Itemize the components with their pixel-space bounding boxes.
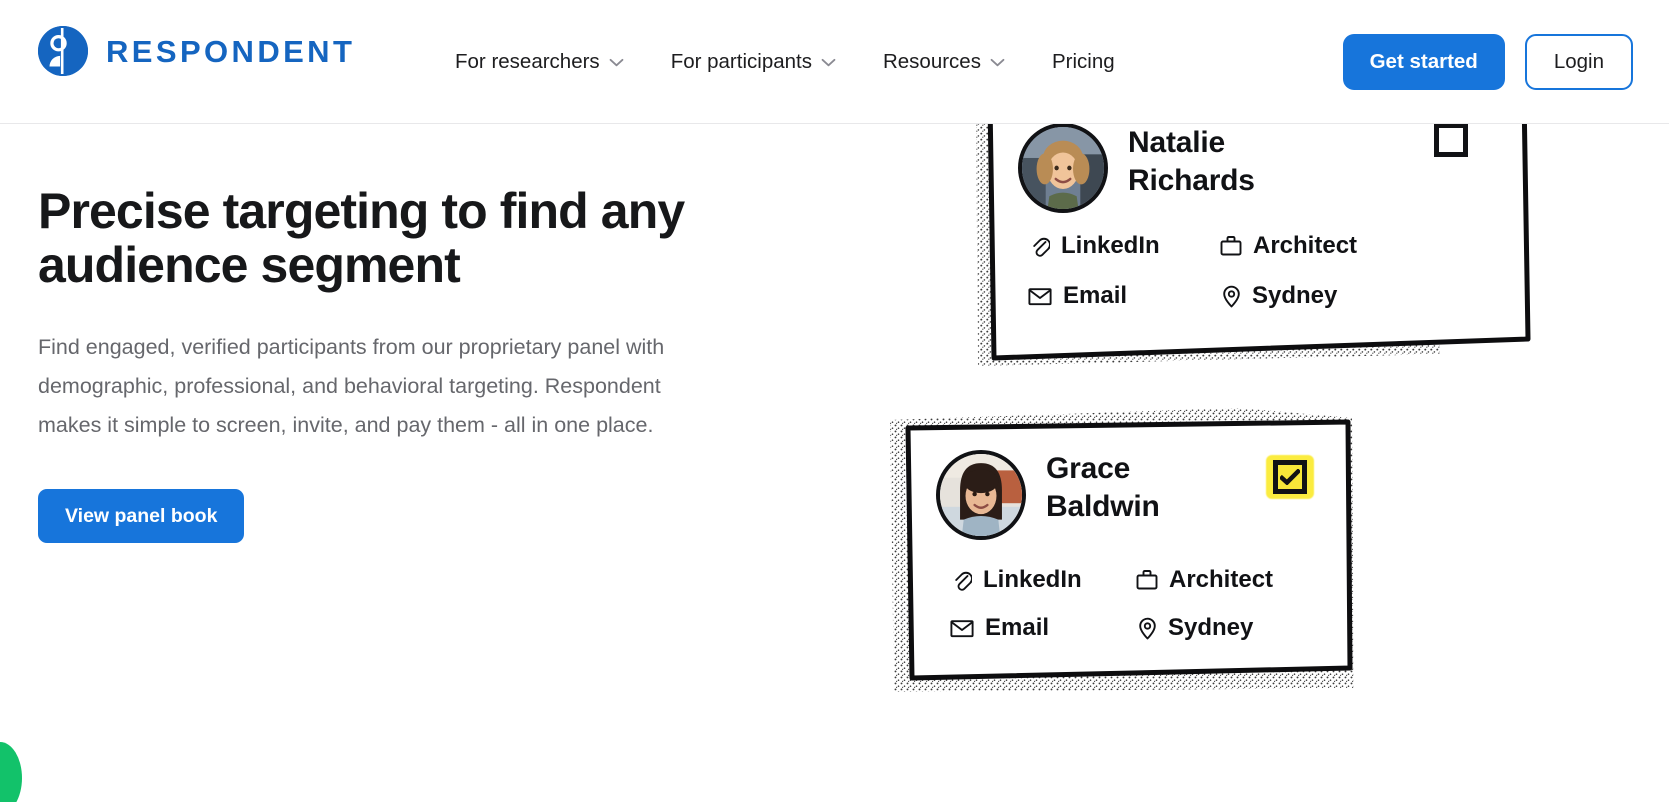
nav-item-pricing[interactable]: Pricing: [1052, 50, 1115, 74]
participant-name-line2: Baldwin: [1046, 490, 1160, 524]
meta-label: Sydney: [1252, 282, 1338, 309]
brand-name: RESPONDENT: [106, 33, 356, 69]
avatar-photo: [940, 454, 1022, 536]
nav-label: Pricing: [1051, 50, 1115, 73]
location-pin-icon: [1139, 617, 1156, 639]
participant-name-line2: Richards: [1128, 164, 1255, 198]
site-header: RESPONDENT For researchers For participa…: [0, 0, 1669, 124]
avatar-photo: [1022, 127, 1104, 209]
page-title: Precise targeting to find any audience s…: [38, 183, 685, 293]
view-panel-book-button[interactable]: View panel book: [38, 489, 245, 544]
hero-description: Find engaged, verified participants from…: [38, 335, 665, 438]
briefcase-icon: [1220, 236, 1242, 256]
get-started-button[interactable]: Get started: [1342, 34, 1505, 90]
nav-item-resources[interactable]: Resources: [883, 50, 1005, 74]
meta-label: Email: [985, 614, 1050, 641]
main-navigation: For researchers For participants Resourc…: [455, 0, 1115, 124]
meta-label: LinkedIn: [983, 566, 1082, 593]
avatar: [1018, 123, 1108, 213]
brand-logo-link[interactable]: RESPONDENT: [36, 24, 355, 78]
respondent-circle-logo-icon: [38, 26, 88, 76]
nav-label: For participants: [670, 50, 812, 73]
participant-select-checkbox[interactable]: [1273, 460, 1307, 494]
participant-name-line1: Natalie: [1128, 126, 1225, 159]
participant-meta-linkedin: LinkedIn: [952, 566, 1082, 594]
participant-meta-email: Email: [950, 614, 1049, 642]
hero-section: Precise targeting to find any audience s…: [38, 183, 758, 544]
meta-label: LinkedIn: [1061, 232, 1160, 259]
meta-label: Architect: [1253, 232, 1358, 259]
chevron-down-icon: [990, 58, 1005, 66]
participant-select-checkbox[interactable]: [1434, 123, 1468, 157]
login-button[interactable]: Login: [1524, 34, 1633, 90]
paperclip-icon: [955, 571, 972, 591]
participant-meta-location: Sydney: [1138, 614, 1253, 642]
chevron-down-icon: [821, 58, 836, 66]
participant-meta-location: Sydney: [1222, 282, 1337, 310]
participant-cards-illustration: Natalie Richards LinkedIn Architect Emai…: [880, 93, 1580, 736]
participant-meta-email: Email: [1028, 282, 1127, 310]
nav-item-for-participants[interactable]: For participants: [671, 50, 836, 74]
participant-card[interactable]: Natalie Richards LinkedIn Architect Emai…: [968, 93, 1548, 386]
nav-item-for-researchers[interactable]: For researchers: [455, 50, 624, 74]
participant-meta-occupation: Architect: [1136, 566, 1273, 594]
meta-label: Email: [1063, 282, 1128, 309]
nav-label: For researchers: [455, 50, 600, 73]
participant-name-line1: Grace: [1046, 452, 1131, 485]
decorative-green-circle: [0, 742, 22, 802]
header-actions: Get started Login: [1342, 0, 1633, 124]
nav-label: Resources: [882, 50, 981, 73]
avatar: [936, 450, 1026, 540]
participant-meta-occupation: Architect: [1220, 232, 1357, 260]
envelope-icon: [1028, 287, 1052, 305]
envelope-icon: [950, 619, 974, 637]
meta-label: Architect: [1169, 566, 1274, 593]
paperclip-icon: [1033, 237, 1050, 257]
participant-card[interactable]: Grace Baldwin LinkedIn Architect Email S…: [888, 406, 1468, 706]
chevron-down-icon: [609, 58, 624, 66]
landing-page: RESPONDENT For researchers For participa…: [0, 0, 1669, 802]
checkmark-icon: [1280, 469, 1300, 485]
briefcase-icon: [1136, 570, 1158, 590]
participant-meta-linkedin: LinkedIn: [1030, 232, 1160, 260]
location-pin-icon: [1223, 285, 1240, 307]
meta-label: Sydney: [1168, 614, 1254, 641]
